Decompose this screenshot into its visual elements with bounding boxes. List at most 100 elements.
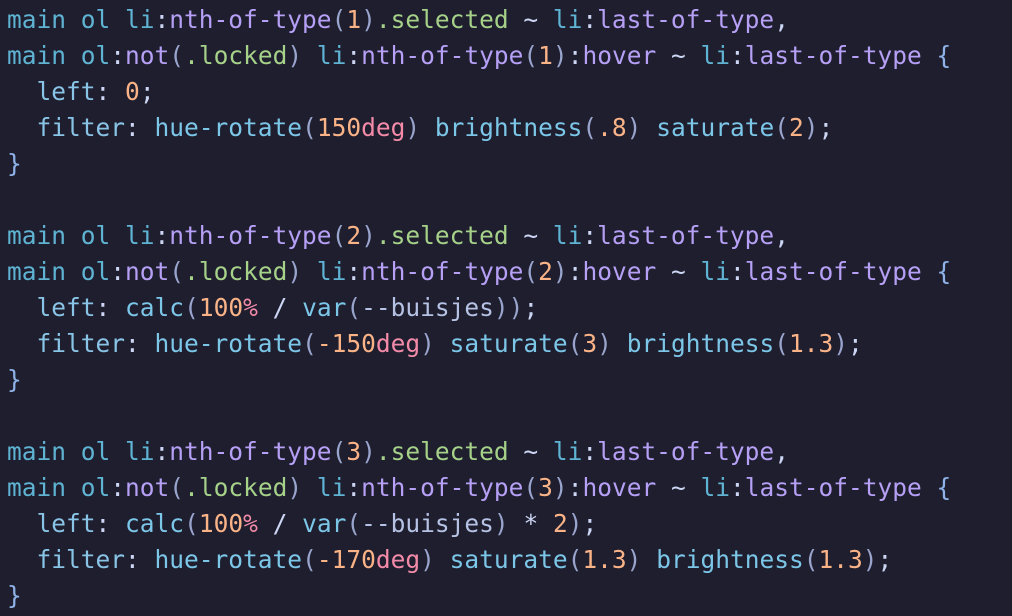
code-token-ident: main ol bbox=[7, 257, 111, 286]
code-token-pseudo: nth-of-type bbox=[361, 473, 524, 502]
code-token-punct: ~ bbox=[508, 221, 553, 250]
code-token-punct bbox=[7, 545, 37, 574]
code-token-brace: } bbox=[7, 149, 22, 178]
code-token-brace: { bbox=[921, 257, 952, 286]
code-token-ident: li bbox=[552, 221, 583, 250]
code-editor[interactable]: main ol li:nth-of-type(1).selected ~ li:… bbox=[7, 2, 1007, 614]
code-token-punct: / bbox=[257, 293, 303, 322]
code-token-paren: ( bbox=[169, 41, 185, 70]
code-token-unit: deg bbox=[375, 545, 421, 574]
code-line: main ol li:nth-of-type(1).selected ~ li:… bbox=[7, 2, 1007, 38]
code-token-number: 0 bbox=[125, 77, 140, 106]
code-token-pseudo: not bbox=[125, 473, 170, 502]
code-token-ident: li bbox=[552, 5, 583, 34]
code-token-paren: ) bbox=[552, 257, 568, 286]
code-token-pseudo: not bbox=[125, 41, 170, 70]
code-line: left: calc(100% / var(--buisjes) * 2); bbox=[7, 506, 1007, 542]
code-token-unit: % bbox=[243, 509, 258, 538]
code-token-punct: : bbox=[567, 257, 583, 286]
code-token-punct: : bbox=[730, 41, 745, 70]
code-token-number: 100 bbox=[198, 509, 244, 538]
code-token-prop: filter bbox=[36, 113, 126, 142]
code-token-paren: ( bbox=[523, 257, 539, 286]
code-token-func: brightness bbox=[626, 329, 775, 358]
code-token-punct: : bbox=[346, 41, 362, 70]
code-token-prop: left bbox=[36, 77, 96, 106]
code-token-punct: ~ bbox=[656, 473, 701, 502]
code-token-punct: : bbox=[346, 473, 362, 502]
code-token-pseudo: nth-of-type bbox=[361, 41, 524, 70]
code-line: main ol li:nth-of-type(2).selected ~ li:… bbox=[7, 218, 1007, 254]
code-token-punct: * bbox=[508, 509, 553, 538]
code-token-paren: ) bbox=[420, 329, 450, 358]
code-token-klass: .selected bbox=[375, 221, 509, 250]
code-token-paren: ) bbox=[361, 221, 376, 250]
code-token-punct: ; bbox=[582, 509, 598, 538]
code-line: main ol:not(.locked) li:nth-of-type(2):h… bbox=[7, 254, 1007, 290]
code-token-punct: : bbox=[730, 473, 745, 502]
code-token-punct: : bbox=[95, 77, 126, 106]
code-token-paren: ( bbox=[302, 113, 317, 142]
code-token-punct: : bbox=[154, 5, 170, 34]
code-token-ident: main ol bbox=[7, 221, 126, 250]
code-token-var: --buisjes bbox=[361, 509, 494, 538]
code-token-paren: ( bbox=[582, 113, 598, 142]
code-token-punct: : bbox=[125, 113, 155, 142]
code-token-punct: ~ bbox=[508, 5, 553, 34]
code-token-punct: : bbox=[154, 437, 170, 466]
code-token-paren: ) bbox=[420, 545, 450, 574]
code-token-punct bbox=[7, 293, 37, 322]
code-token-pseudo: nth-of-type bbox=[169, 221, 332, 250]
code-token-func: brightness bbox=[656, 545, 804, 574]
code-token-klass: .locked bbox=[184, 41, 288, 70]
code-line: left: calc(100% / var(--buisjes)); bbox=[7, 290, 1007, 326]
code-token-prop: filter bbox=[36, 545, 126, 574]
code-line: } bbox=[7, 362, 1007, 398]
code-token-paren: ) bbox=[626, 113, 657, 142]
code-token-pseudo: nth-of-type bbox=[361, 257, 524, 286]
code-token-brace: } bbox=[7, 581, 22, 610]
code-token-paren: ) bbox=[287, 41, 317, 70]
code-token-paren: ( bbox=[567, 329, 583, 358]
code-token-func: brightness bbox=[434, 113, 583, 142]
code-token-punct: ~ bbox=[508, 437, 553, 466]
code-token-paren: ( bbox=[169, 257, 185, 286]
code-token-paren: ( bbox=[331, 5, 347, 34]
code-token-func: var bbox=[302, 293, 347, 322]
code-token-paren: ) bbox=[552, 473, 568, 502]
code-token-pseudo: nth-of-type bbox=[169, 5, 332, 34]
code-token-ident: li bbox=[552, 437, 583, 466]
code-token-paren: ( bbox=[803, 545, 819, 574]
code-token-paren: ( bbox=[346, 293, 362, 322]
code-token-paren: ) bbox=[862, 545, 878, 574]
code-token-paren: ( bbox=[346, 509, 362, 538]
code-token-pseudo: last-of-type bbox=[597, 5, 775, 34]
code-token-pseudo: nth-of-type bbox=[169, 437, 332, 466]
code-token-pseudo: not bbox=[125, 257, 170, 286]
code-line: main ol li:nth-of-type(3).selected ~ li:… bbox=[7, 434, 1007, 470]
code-token-unit: deg bbox=[375, 329, 421, 358]
code-token-func: hue-rotate bbox=[154, 329, 303, 358]
code-token-punct: ; bbox=[139, 77, 155, 106]
code-token-paren: ( bbox=[169, 473, 185, 502]
code-token-number: 2 bbox=[788, 113, 804, 142]
code-token-punct: : bbox=[567, 473, 583, 502]
code-token-number: 3 bbox=[538, 473, 553, 502]
code-token-ident: main ol bbox=[7, 473, 111, 502]
code-token-brace: } bbox=[7, 365, 22, 394]
code-token-func: hue-rotate bbox=[154, 545, 303, 574]
code-token-paren: ( bbox=[331, 437, 347, 466]
code-line: filter: hue-rotate(150deg) brightness(.8… bbox=[7, 110, 1007, 146]
code-token-func: saturate bbox=[656, 113, 775, 142]
code-token-number: 100 bbox=[198, 293, 244, 322]
code-token-ident: li bbox=[125, 437, 155, 466]
code-token-paren: ( bbox=[331, 221, 347, 250]
code-token-paren: ( bbox=[302, 329, 317, 358]
code-token-prop: filter bbox=[36, 329, 126, 358]
code-token-pseudo: hover bbox=[582, 473, 657, 502]
code-token-klass: .selected bbox=[375, 437, 509, 466]
code-token-pseudo: last-of-type bbox=[744, 257, 922, 286]
code-token-punct: : bbox=[154, 221, 170, 250]
code-token-punct: ; bbox=[818, 113, 834, 142]
